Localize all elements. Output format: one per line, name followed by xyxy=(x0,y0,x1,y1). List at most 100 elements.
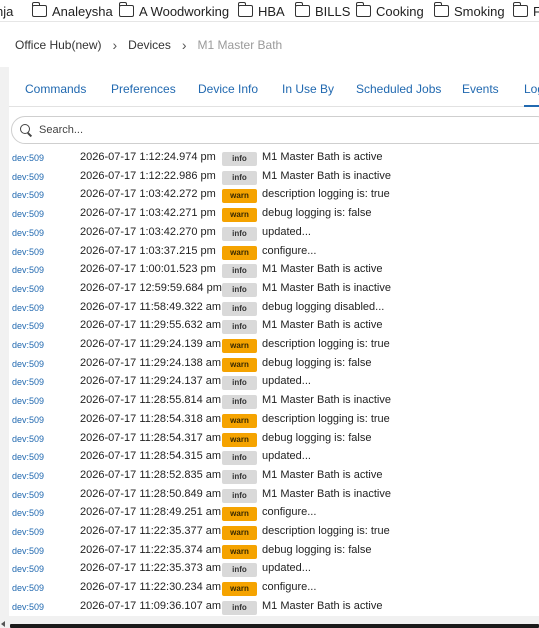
device-link[interactable]: dev:509 xyxy=(12,247,44,257)
device-link[interactable]: dev:509 xyxy=(12,415,44,425)
bookmark-folder[interactable]: HBA xyxy=(237,0,285,21)
device-link[interactable]: dev:509 xyxy=(12,321,44,331)
device-link[interactable]: dev:509 xyxy=(12,396,44,406)
device-link[interactable]: dev:509 xyxy=(12,471,44,481)
tab-logs[interactable]: Logs xyxy=(524,73,539,107)
log-timestamp: 2026-07-17 1:03:42.272 pm xyxy=(80,188,216,201)
log-timestamp: 2026-07-17 11:22:35.377 am xyxy=(80,525,222,537)
log-timestamp: 2026-07-17 11:28:52.835 am xyxy=(80,468,222,481)
log-level-badge: info xyxy=(222,282,257,297)
device-link[interactable]: dev:509 xyxy=(12,377,44,387)
log-message: updated... xyxy=(262,225,311,238)
bookmark-label: A Woodworking xyxy=(139,3,230,19)
log-level-badge: info xyxy=(222,152,257,166)
device-link[interactable]: dev:509 xyxy=(12,434,44,444)
search-icon xyxy=(20,124,32,136)
tab-device-info[interactable]: Device Info xyxy=(198,73,258,107)
log-timestamp: 2026-07-17 11:09:36.107 am xyxy=(80,599,222,612)
log-message: M1 Master Bath is active xyxy=(262,263,383,276)
device-link[interactable]: dev:509 xyxy=(12,303,44,313)
log-timestamp: 2026-07-17 1:12:22.986 pm xyxy=(80,169,216,182)
device-tabs: Commands Preferences Device Info In Use … xyxy=(9,73,539,107)
device-link[interactable]: dev:509 xyxy=(12,190,44,200)
log-message: configure... xyxy=(262,581,317,594)
device-link[interactable]: dev:509 xyxy=(12,340,44,350)
log-row: dev:509 2026-07-17 1:00:01.523 pm info M1 M… xyxy=(9,261,539,279)
bookmark-folder[interactable]: Smoking xyxy=(433,0,505,21)
search-input[interactable] xyxy=(39,124,519,136)
breadcrumb-hub[interactable]: Office Hub(new) xyxy=(15,38,101,52)
search-bar[interactable] xyxy=(11,116,539,144)
breadcrumb-devices[interactable]: Devices xyxy=(128,38,171,52)
tab-scheduled-jobs[interactable]: Scheduled Jobs xyxy=(356,73,441,107)
device-link[interactable]: dev:509 xyxy=(12,546,44,556)
tab-events[interactable]: Events xyxy=(462,73,499,107)
device-link[interactable]: dev:509 xyxy=(12,452,44,462)
log-timestamp: 2026-07-17 11:22:30.234 am xyxy=(80,581,222,594)
log-row: dev:509 2026-07-17 11:29:24.138 am warn deb… xyxy=(9,355,539,373)
log-timestamp: 2026-07-17 1:00:01.523 pm xyxy=(80,263,216,276)
device-link[interactable]: dev:509 xyxy=(12,228,44,238)
bookmark-label: BILLS xyxy=(315,3,351,19)
device-link[interactable]: dev:509 xyxy=(12,583,44,593)
bookmark-label: Analeysha xyxy=(52,3,113,19)
log-row: dev:509 2026-07-17 11:29:24.137 am info upd… xyxy=(9,373,539,391)
log-level-badge: warn xyxy=(222,544,257,559)
log-level-badge: info xyxy=(222,451,257,466)
bookmark-folder[interactable]: BILLS xyxy=(294,0,351,21)
log-row: dev:509 2026-07-17 11:28:52.835 am info M1 … xyxy=(9,467,539,485)
device-link[interactable]: dev:509 xyxy=(12,602,44,612)
bookmark-label: nja xyxy=(0,3,14,19)
log-row: dev:509 2026-07-17 1:12:24.974 pm info M1 M… xyxy=(9,149,539,167)
folder-icon xyxy=(31,2,47,17)
log-timestamp: 2026-07-17 1:12:24.974 pm xyxy=(80,151,216,163)
folder-icon xyxy=(237,2,253,17)
log-row: dev:509 2026-07-17 11:28:54.317 am warn deb… xyxy=(9,430,539,448)
log-level-badge: info xyxy=(222,301,257,316)
log-message: description logging is: true xyxy=(262,338,390,350)
bookmark-label: HBA xyxy=(258,3,285,19)
bookmark-folder[interactable]: Analeysha xyxy=(31,0,113,21)
device-link[interactable]: dev:509 xyxy=(12,209,44,219)
device-link[interactable]: dev:509 xyxy=(12,490,44,500)
log-row: dev:509 2026-07-17 11:22:35.373 am info upd… xyxy=(9,560,539,578)
log-message: debug logging is: false xyxy=(262,207,372,220)
tab-commands[interactable]: Commands xyxy=(25,73,86,107)
device-link[interactable]: dev:509 xyxy=(12,508,44,518)
bookmark-item[interactable]: nja xyxy=(0,0,14,21)
horizontal-scrollbar[interactable] xyxy=(0,616,539,628)
tab-preferences[interactable]: Preferences xyxy=(111,73,176,107)
device-link[interactable]: dev:509 xyxy=(12,564,44,574)
log-message: description logging is: true xyxy=(262,188,390,201)
log-timestamp: 2026-07-17 11:58:49.322 am xyxy=(80,300,222,313)
log-message: debug logging disabled... xyxy=(262,300,385,313)
scrollbar-thumb[interactable] xyxy=(10,624,539,628)
folder-icon xyxy=(512,2,528,17)
log-level-badge: warn xyxy=(222,507,257,522)
device-link[interactable]: dev:509 xyxy=(12,284,44,294)
bookmark-folder[interactable]: A Woodworking xyxy=(118,0,230,21)
log-level-badge: info xyxy=(222,488,257,503)
log-level-badge: info xyxy=(222,469,257,484)
log-timestamp: 2026-07-17 1:03:42.270 pm xyxy=(80,225,216,238)
log-level-badge: warn xyxy=(222,339,257,353)
log-message: M1 Master Bath is inactive xyxy=(262,281,391,294)
tab-in-use-by[interactable]: In Use By xyxy=(282,73,334,107)
device-link[interactable]: dev:509 xyxy=(12,359,44,369)
folder-icon xyxy=(294,2,310,17)
folder-icon xyxy=(118,2,134,17)
log-level-badge: info xyxy=(222,320,257,335)
chevron-right-icon: › xyxy=(181,36,187,53)
device-link[interactable]: dev:509 xyxy=(12,265,44,275)
bookmark-folder[interactable]: F xyxy=(512,0,539,21)
log-message: M1 Master Bath is inactive xyxy=(262,169,391,182)
bookmark-folder[interactable]: Cooking xyxy=(355,0,424,21)
device-link[interactable]: dev:509 xyxy=(12,153,44,163)
scroll-left-icon[interactable] xyxy=(1,621,5,627)
folder-icon xyxy=(433,2,449,17)
device-link[interactable]: dev:509 xyxy=(12,527,44,537)
log-row: dev:509 2026-07-17 11:28:54.318 am warn des… xyxy=(9,411,539,429)
device-link[interactable]: dev:509 xyxy=(12,172,44,182)
bookmark-label: F xyxy=(533,4,539,19)
log-timestamp: 2026-07-17 11:28:54.315 am xyxy=(80,450,222,463)
